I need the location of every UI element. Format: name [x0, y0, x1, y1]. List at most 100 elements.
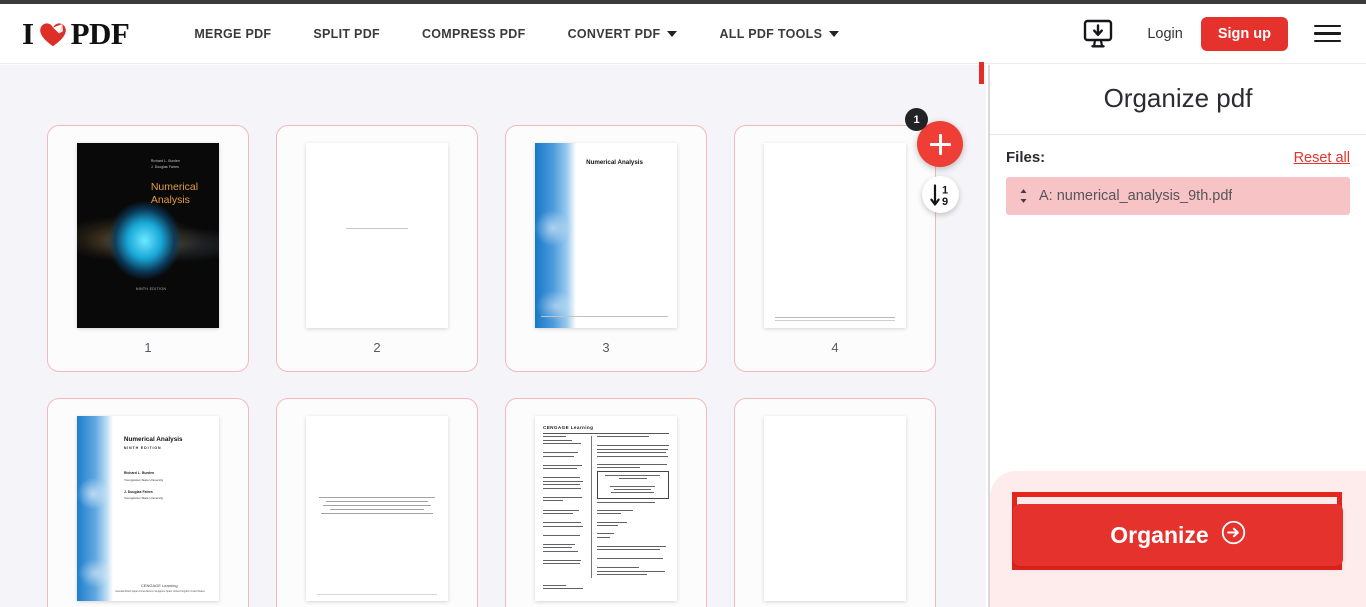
pages-grid: Richard L. Burden J. Douglas Faires Numer… — [47, 125, 936, 607]
page-thumbnail: Numerical Analysis NINTH EDITION Richard… — [77, 415, 219, 601]
title-page-author2: J. Douglas Faires — [123, 489, 153, 494]
arrow-right-circle-icon — [1221, 520, 1246, 551]
two-column-body — [543, 436, 669, 578]
organize-button-label: Organize — [1110, 521, 1209, 548]
nav-label: COMPRESS PDF — [421, 26, 526, 41]
text-line — [345, 227, 409, 229]
signup-button[interactable]: Sign up — [1200, 16, 1288, 51]
page-thumbnail-card[interactable]: 6 — [276, 398, 478, 607]
footer-rule — [540, 316, 669, 318]
add-file-button[interactable]: 1 — [905, 108, 963, 167]
thumb-title-page: Numerical Analysis NINTH EDITION Richard… — [77, 415, 219, 601]
panel-resize-marker[interactable] — [979, 62, 984, 84]
page-thumbnail: CENGAGE Learning — [535, 415, 677, 601]
page-number: 3 — [602, 339, 610, 355]
nav-item-split-pdf[interactable]: SPLIT PDF — [292, 19, 401, 49]
files-label: Files: — [1006, 149, 1046, 166]
main-nav: MERGE PDF SPLIT PDF COMPRESS PDF CONVERT… — [173, 19, 860, 49]
file-list-item[interactable]: A: numerical_analysis_9th.pdf — [1006, 177, 1350, 215]
half-title-text: Numerical Analysis — [586, 159, 643, 167]
page-thumbnail: Richard L. Burden J. Douglas Faires Numer… — [77, 142, 219, 328]
page-thumbnail-card[interactable]: 8 — [734, 398, 936, 607]
burger-line — [1313, 39, 1341, 43]
files-header-row: Files: Reset all — [1006, 149, 1350, 166]
thumb-blank-page — [764, 415, 906, 601]
drag-sort-icon[interactable] — [1018, 188, 1029, 204]
blue-gradient-strip — [535, 142, 577, 328]
thumb-blank-page — [306, 142, 448, 328]
nav-item-convert-pdf[interactable]: CONVERT PDF — [547, 19, 699, 49]
page-thumbnail-card[interactable]: CENGAGE Learning — [505, 398, 707, 607]
svg-text:9: 9 — [942, 196, 948, 208]
header-actions: Login Sign up — [1077, 13, 1366, 55]
title-page-title: Numerical Analysis — [123, 435, 183, 443]
site-header: I PDF MERGE PDF SPLIT PDF COMPRESS PDF C… — [0, 4, 1366, 64]
page-thumbnail-card[interactable]: Numerical Analysis NINTH EDITION Richard… — [47, 398, 249, 607]
page-thumbnail-card[interactable]: Numerical Analysis 3 — [505, 125, 707, 372]
page-thumbnail: Numerical Analysis — [535, 142, 677, 328]
page-thumbnail-card[interactable]: Richard L. Burden J. Douglas Faires Numer… — [47, 125, 249, 372]
nav-label: ALL PDF TOOLS — [719, 26, 823, 41]
thumb-cover-art: Richard L. Burden J. Douglas Faires Numer… — [77, 142, 219, 328]
page-footer-text — [543, 584, 600, 592]
blue-gradient-strip — [77, 415, 113, 601]
cover-authors: Richard L. Burden J. Douglas Faires — [150, 159, 180, 169]
page-thumbnail-card[interactable]: 4 — [734, 125, 936, 372]
chevron-down-icon — [829, 30, 840, 37]
nav-item-merge-pdf[interactable]: MERGE PDF — [173, 19, 292, 49]
cover-title: Numerical Analysis — [150, 181, 199, 206]
organize-button[interactable]: Organize — [1013, 504, 1343, 566]
title-page-author2-affiliation: Youngstown State University — [123, 496, 164, 501]
publisher-brand: CENGAGE Learning — [543, 424, 594, 430]
reset-all-link[interactable]: Reset all — [1294, 150, 1350, 166]
left-column — [543, 436, 592, 578]
nav-label: SPLIT PDF — [313, 26, 380, 41]
horizontal-rule — [543, 432, 669, 434]
page-thumbnail-card[interactable]: 2 — [276, 125, 478, 372]
file-count-badge: 1 — [905, 108, 928, 131]
page-number: 4 — [831, 339, 839, 355]
text-paragraph — [318, 496, 436, 517]
organize-button-highlight: Organize — [1012, 492, 1343, 570]
title-page-edition: NINTH EDITION — [123, 446, 162, 451]
footer-rule — [775, 320, 895, 322]
panel-footer: Organize — [990, 471, 1366, 607]
cover-edition: NINTH EDITION — [135, 286, 167, 291]
sort-pages-button[interactable]: 1 9 — [922, 176, 959, 213]
notice-box — [596, 471, 669, 499]
ilovepdf-logo[interactable]: I PDF — [22, 15, 130, 52]
heart-pdf-icon — [38, 19, 68, 49]
title-page-author1-affiliation: Youngstown State University — [123, 477, 164, 482]
logo-suffix: PDF — [70, 15, 130, 51]
nav-item-all-pdf-tools[interactable]: ALL PDF TOOLS — [698, 19, 860, 49]
title-page-author1: Richard L. Burden — [123, 471, 155, 475]
desktop-download-icon[interactable] — [1077, 13, 1119, 55]
file-name-label: A: numerical_analysis_9th.pdf — [1039, 188, 1233, 204]
nav-item-compress-pdf[interactable]: COMPRESS PDF — [401, 19, 547, 49]
logo-prefix: I — [22, 15, 34, 51]
login-link[interactable]: Login — [1133, 18, 1196, 50]
page-thumbnail — [764, 415, 906, 601]
burger-line — [1313, 24, 1341, 28]
hamburger-menu-icon[interactable] — [1306, 13, 1348, 55]
footer-rule — [775, 317, 895, 319]
panel-body: Files: Reset all A: numerical_analysis_9… — [990, 135, 1366, 215]
title-page-publisher-regions: Australia Brazil Japan Korea Mexico Sing… — [115, 589, 205, 593]
panel-title: Organize pdf — [990, 65, 1366, 135]
chevron-down-icon — [667, 30, 678, 37]
burger-line — [1313, 32, 1341, 35]
organize-panel: Organize pdf Files: Reset all A: numeric… — [988, 65, 1366, 607]
page-number: 1 — [144, 339, 152, 355]
thumb-half-title-page: Numerical Analysis — [535, 142, 677, 328]
page-thumbnail — [764, 142, 906, 328]
thumb-blank-page — [764, 142, 906, 328]
page-thumbnail — [306, 142, 448, 328]
right-column — [596, 436, 669, 577]
title-page-publisher: CENGAGE Learning — [140, 582, 178, 588]
nav-label: CONVERT PDF — [567, 26, 661, 41]
svg-text:1: 1 — [942, 184, 948, 196]
sort-1-9-icon: 1 9 — [929, 183, 948, 208]
thumb-copyright-page: CENGAGE Learning — [535, 415, 677, 601]
footer-rule — [317, 593, 437, 595]
pages-workspace[interactable]: Richard L. Burden J. Douglas Faires Numer… — [0, 65, 986, 607]
